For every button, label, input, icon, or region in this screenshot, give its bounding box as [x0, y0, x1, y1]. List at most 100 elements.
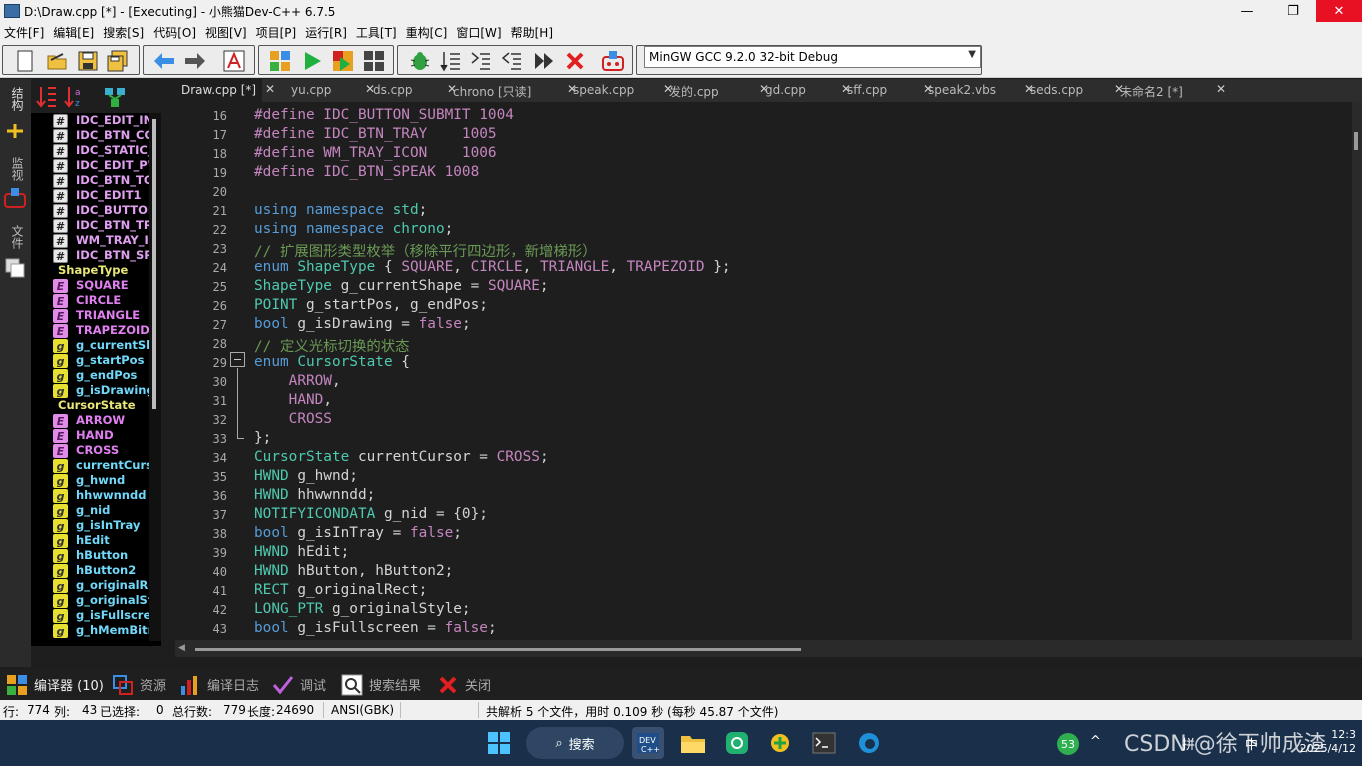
compile-icon[interactable] [268, 49, 292, 73]
green-app-icon[interactable] [765, 727, 797, 759]
format-icon[interactable] [222, 49, 246, 73]
save-all-icon[interactable] [106, 49, 130, 73]
sort-alpha-icon[interactable]: az [63, 85, 87, 113]
code-line[interactable]: using namespace chrono; [254, 221, 453, 237]
scroll-left-icon[interactable]: ◀ [178, 643, 185, 653]
code-line[interactable]: NOTIFYICONDATA g_nid = {0}; [254, 506, 488, 522]
class-browser-item[interactable]: # IDC_BTN_SPE [31, 248, 149, 263]
taskbar-search[interactable]: ⌕ 搜索 [526, 727, 624, 759]
code-line[interactable]: HWND hhwwnndd; [254, 487, 375, 503]
restore-button[interactable]: ❐ [1270, 0, 1316, 22]
editor-tab[interactable]: sff.cpp [841, 79, 893, 102]
debug-icon[interactable] [408, 49, 432, 73]
scrollbar-thumb[interactable] [152, 119, 156, 409]
menu-edit[interactable]: 编辑[E] [53, 24, 94, 41]
class-browser-item[interactable]: g g_isInTray [31, 518, 149, 533]
class-browser-item[interactable]: E CROSS [31, 443, 149, 458]
code-line[interactable]: #define IDC_BTN_TRAY 1005 [254, 126, 497, 142]
class-browser-item[interactable]: ShapeType [31, 263, 149, 278]
code-line[interactable]: ARROW, [254, 373, 341, 389]
class-browser-item[interactable]: # IDC_EDIT_PW [31, 158, 149, 173]
step-icon[interactable] [438, 49, 462, 73]
debug-panel-icon[interactable] [3, 187, 27, 213]
menu-window[interactable]: 窗口[W] [456, 24, 501, 41]
code-line[interactable]: HAND, [254, 392, 332, 408]
class-browser-item[interactable]: # IDC_BUTTON [31, 203, 149, 218]
class-browser-item[interactable]: g g_originalRec [31, 578, 149, 593]
menu-help[interactable]: 帮助[H] [511, 24, 553, 41]
tray-chevron-up-icon[interactable]: ^ [1090, 734, 1101, 749]
stop-icon[interactable] [563, 49, 587, 73]
menu-search[interactable]: 搜索[S] [103, 24, 144, 41]
class-browser-item[interactable]: # IDC_EDIT1 [31, 188, 149, 203]
class-browser-item[interactable]: g hButton2 [31, 563, 149, 578]
class-browser-item[interactable]: # IDC_EDIT_INP [31, 113, 149, 128]
devcpp-taskbar-icon[interactable]: DEV C++ [632, 727, 664, 759]
editor-tab[interactable]: gd.cpp [759, 79, 812, 102]
tab-structure[interactable]: 结构 [9, 87, 26, 111]
class-browser-item[interactable]: E TRAPEZOID [31, 323, 149, 338]
code-line[interactable]: RECT g_originalRect; [254, 582, 427, 598]
class-browser-item[interactable]: g hEdit [31, 533, 149, 548]
class-browser-item[interactable]: g hhwwnndd [31, 488, 149, 503]
class-browser-item[interactable]: CursorState [31, 398, 149, 413]
class-browser-item[interactable]: # WM_TRAY_IC [31, 233, 149, 248]
class-browser-item[interactable]: g g_hMemBitm [31, 623, 149, 638]
class-browser-item[interactable]: g currentCurso [31, 458, 149, 473]
editor-horizontal-scrollbar[interactable]: ◀ [175, 640, 1352, 657]
code-line[interactable]: enum CursorState { [254, 354, 410, 370]
edge-browser-icon[interactable] [853, 727, 885, 759]
class-browser-item[interactable]: # IDC_BTN_TRA [31, 218, 149, 233]
class-browser-item[interactable]: g g_isFullscreen [31, 608, 149, 623]
back-icon[interactable] [152, 49, 176, 73]
code-line[interactable]: POINT g_startPos, g_endPos; [254, 297, 488, 313]
code-line[interactable]: bool g_isInTray = false; [254, 525, 462, 541]
menu-refactor[interactable]: 重构[C] [406, 24, 448, 41]
show-inherited-icon[interactable] [103, 85, 127, 113]
class-browser-item[interactable]: # IDC_BTN_COL [31, 128, 149, 143]
code-line[interactable]: #define IDC_BTN_SPEAK 1008 [254, 164, 479, 180]
rebuild-icon[interactable] [362, 49, 386, 73]
editor-tab[interactable]: 发的.cpp [663, 79, 725, 102]
class-browser-item[interactable]: E TRIANGLE [31, 308, 149, 323]
class-browser-item[interactable]: E CIRCLE [31, 293, 149, 308]
cpu-window-icon[interactable] [601, 49, 625, 73]
class-browser-scrollbar[interactable] [149, 113, 161, 641]
class-browser-item[interactable]: g g_startPos [31, 353, 149, 368]
class-browser-item[interactable]: g g_originalStyl [31, 593, 149, 608]
continue-icon[interactable] [532, 49, 556, 73]
copy-panel-icon[interactable] [4, 257, 26, 283]
sort-by-type-icon[interactable] [35, 85, 59, 113]
code-line[interactable]: #define WM_TRAY_ICON 1006 [254, 145, 497, 161]
class-browser-item[interactable]: E HAND [31, 428, 149, 443]
new-file-icon[interactable] [13, 49, 37, 73]
code-line[interactable]: enum ShapeType { SQUARE, CIRCLE, TRIANGL… [254, 259, 731, 275]
class-browser-item[interactable]: g g_endPos [31, 368, 149, 383]
menu-project[interactable]: 项目[P] [256, 24, 297, 41]
class-browser-item[interactable]: g hButton [31, 548, 149, 563]
forward-icon[interactable] [183, 49, 207, 73]
wechat-like-app-icon[interactable] [721, 727, 753, 759]
editor-tab[interactable]: Draw.cpp [*] [175, 79, 263, 102]
code-line[interactable]: HWND hButton, hButton2; [254, 563, 453, 579]
menu-code[interactable]: 代码[O] [153, 24, 196, 41]
menu-run[interactable]: 运行[R] [305, 24, 347, 41]
code-line[interactable]: // 扩展图形类型枚举（移除平行四边形，新增梯形） [254, 240, 597, 261]
compile-run-icon[interactable] [331, 49, 355, 73]
editor-tab[interactable]: chrono [只读] [447, 79, 537, 102]
compiler-set-select[interactable]: MinGW GCC 9.2.0 32-bit Debug ▼ [644, 46, 981, 68]
code-line[interactable]: LONG_PTR g_originalStyle; [254, 601, 471, 617]
code-line[interactable]: bool g_isDrawing = false; [254, 316, 471, 332]
file-explorer-icon[interactable] [677, 727, 709, 759]
tab-compiler[interactable]: 编译器 (10) [6, 669, 104, 700]
class-browser-item[interactable]: # IDC_STATIC_T [31, 143, 149, 158]
editor-tab[interactable]: ds.cpp [367, 79, 419, 102]
tab-compile-log[interactable]: 编译日志 [179, 669, 259, 700]
code-line[interactable]: CROSS [254, 411, 332, 427]
save-icon[interactable] [76, 49, 100, 73]
code-line[interactable]: CursorState currentCursor = CROSS; [254, 449, 549, 465]
open-file-icon[interactable] [45, 49, 69, 73]
code-line[interactable]: HWND g_hwnd; [254, 468, 358, 484]
code-editor[interactable]: 16 #define IDC_BUTTON_SUBMIT 1004 17 #defin… [175, 102, 1352, 640]
editor-tab[interactable]: yu.cpp [285, 79, 337, 102]
